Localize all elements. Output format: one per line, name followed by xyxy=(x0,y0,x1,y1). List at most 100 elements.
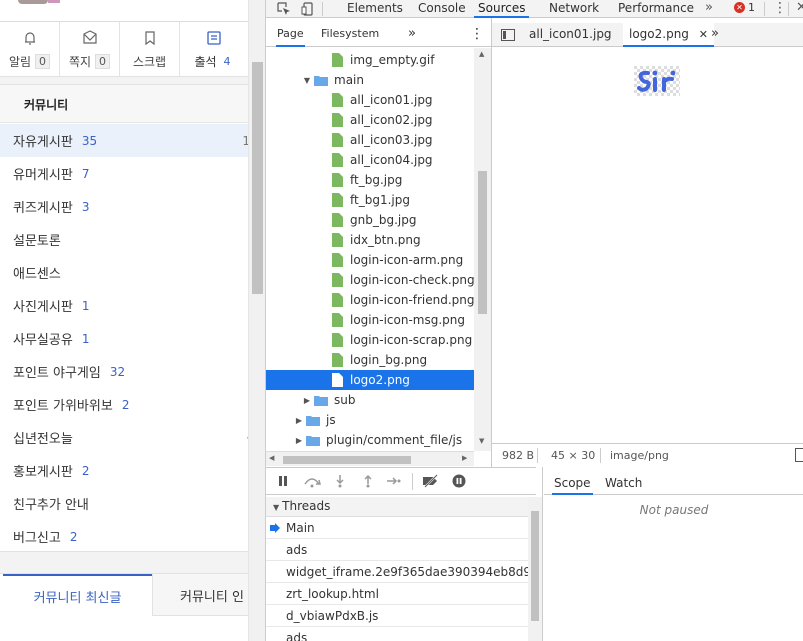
scrollbar-thumb[interactable] xyxy=(283,456,411,464)
tree-folder[interactable]: ▼ main xyxy=(266,70,474,90)
editor-tab-label: logo2.png xyxy=(629,27,689,41)
menu-item-promo-board[interactable]: 홍보게시판 2 xyxy=(0,454,248,487)
toggle-navigator-icon[interactable] xyxy=(501,29,515,41)
scroll-down-icon[interactable]: ▼ xyxy=(479,437,484,445)
editor-more-button[interactable]: » xyxy=(711,23,719,47)
tab-elements[interactable]: Elements xyxy=(347,0,403,18)
tab-watch[interactable]: Watch xyxy=(605,473,642,495)
thread-item[interactable]: zrt_lookup.html xyxy=(266,583,528,605)
tree-horizontal-scrollbar[interactable]: ◀ ▶ xyxy=(266,451,474,466)
tab-community-latest[interactable]: 커뮤니티 최신글 xyxy=(3,574,152,616)
thread-item[interactable]: widget_iframe.2e9f365dae390394eb8d92... xyxy=(266,561,528,583)
page-scrollbar[interactable] xyxy=(248,0,265,641)
step-over-icon[interactable] xyxy=(302,474,322,488)
tree-file[interactable]: ft_bg1.jpg xyxy=(266,190,474,210)
tree-file[interactable]: idx_btn.png xyxy=(266,230,474,250)
error-icon[interactable]: ✕ xyxy=(734,2,745,13)
tree-folder[interactable]: ▶ plugin/comment_file/js xyxy=(266,430,474,450)
menu-item-quiz-board[interactable]: 퀴즈게시판 3 xyxy=(0,190,248,223)
thread-item[interactable]: d_vbiawPdxB.js xyxy=(266,605,528,627)
pause-on-exceptions-icon[interactable] xyxy=(452,474,466,488)
tab-console[interactable]: Console xyxy=(418,0,466,18)
quick-link-attendance[interactable]: 출석 4 xyxy=(180,22,248,76)
devtools-menu-icon[interactable]: ⋮ xyxy=(773,0,787,16)
quick-link-notifications[interactable]: 알림 0 xyxy=(0,22,60,76)
menu-item-photo-board[interactable]: 사진게시판 1 xyxy=(0,289,248,322)
menu-item-ten-years-ago[interactable]: 십년전오늘· xyxy=(0,421,248,454)
menu-item-adsense[interactable]: 애드센스 xyxy=(0,256,248,289)
close-devtools-icon[interactable]: ✕ xyxy=(796,0,803,16)
scrollbar-thumb[interactable] xyxy=(531,511,539,621)
menu-item-bug-report[interactable]: 버그신고 2 xyxy=(0,520,248,553)
tab-filesystem[interactable]: Filesystem xyxy=(321,23,379,47)
menu-item-office-share[interactable]: 사무실공유 1 xyxy=(0,322,248,355)
scroll-up-icon[interactable]: ▲ xyxy=(479,50,484,58)
collapsed-arrow-icon[interactable]: ▶ xyxy=(302,396,312,405)
collapsed-arrow-icon[interactable]: ▶ xyxy=(294,416,304,425)
community-menu: 자유게시판 35 1 유머게시판 7 퀴즈게시판 3 설문토론 애드센스 사진게시판 1 … xyxy=(0,124,248,553)
step-icon[interactable] xyxy=(386,474,402,488)
tree-file[interactable]: all_icon04.jpg xyxy=(266,150,474,170)
menu-item-friend-guide[interactable]: 친구추가 안내 xyxy=(0,487,248,520)
tree-file[interactable]: all_icon03.jpg xyxy=(266,130,474,150)
menu-item-count: 2 xyxy=(69,529,78,544)
divider xyxy=(764,2,765,16)
navigator-more-button[interactable]: » xyxy=(408,23,416,47)
tree-file[interactable]: login-icon-msg.png xyxy=(266,310,474,330)
tree-file[interactable]: login-icon-arm.png xyxy=(266,250,474,270)
scrollbar-thumb[interactable] xyxy=(478,171,487,314)
tab-community-popular[interactable]: 커뮤니티 인 xyxy=(152,574,248,616)
tab-network[interactable]: Network xyxy=(549,0,599,18)
editor-tab-all-icon01[interactable]: all_icon01.jpg xyxy=(529,23,612,47)
menu-item-survey[interactable]: 설문토론 xyxy=(0,223,248,256)
tree-file[interactable]: all_icon02.jpg xyxy=(266,110,474,130)
thread-item[interactable]: ads xyxy=(266,627,528,641)
scroll-right-icon[interactable]: ▶ xyxy=(462,454,467,462)
tree-file[interactable]: img_empty.gif xyxy=(266,50,474,70)
tab-performance[interactable]: Performance xyxy=(618,0,694,18)
tree-file[interactable]: login_bg.png xyxy=(266,350,474,370)
error-count[interactable]: 1 xyxy=(748,1,755,14)
step-into-icon[interactable] xyxy=(334,474,346,488)
threads-scrollbar[interactable] xyxy=(528,497,542,641)
expanded-arrow-icon[interactable]: ▼ xyxy=(302,76,312,85)
close-tab-icon[interactable]: ✕ xyxy=(699,28,708,41)
pause-icon[interactable] xyxy=(277,474,289,488)
tree-file[interactable]: login-icon-friend.png xyxy=(266,290,474,310)
menu-item-humor-board[interactable]: 유머게시판 7 xyxy=(0,157,248,190)
editor-tab-logo2[interactable]: logo2.png ✕ xyxy=(623,23,714,47)
panel-splitter[interactable] xyxy=(542,467,543,641)
tree-file[interactable]: ft_bg.jpg xyxy=(266,170,474,190)
tree-folder[interactable]: ▶ js xyxy=(266,410,474,430)
tree-folder[interactable]: ▶ sub xyxy=(266,390,474,410)
avatar[interactable] xyxy=(18,0,48,4)
inspect-element-icon[interactable] xyxy=(276,1,292,17)
thread-item[interactable]: Main xyxy=(266,517,528,539)
tree-vertical-scrollbar[interactable]: ▲ ▼ xyxy=(474,48,491,451)
tree-file[interactable]: login-icon-check.png xyxy=(266,270,474,290)
collapsed-arrow-icon[interactable]: ▶ xyxy=(294,436,304,445)
copy-icon[interactable] xyxy=(795,448,803,462)
scroll-left-icon[interactable]: ◀ xyxy=(269,454,274,462)
tab-page[interactable]: Page xyxy=(276,23,305,47)
step-out-icon[interactable] xyxy=(362,474,374,488)
menu-item-free-board[interactable]: 자유게시판 35 1 xyxy=(0,124,248,157)
thread-item[interactable]: ads xyxy=(266,539,528,561)
tab-sources[interactable]: Sources xyxy=(474,0,530,18)
navigator-menu-icon[interactable]: ⋮ xyxy=(470,23,484,47)
quick-link-scrap[interactable]: 스크랩 xyxy=(120,22,180,76)
tab-scope[interactable]: Scope xyxy=(552,473,593,495)
device-toolbar-icon[interactable] xyxy=(301,1,315,17)
tree-file[interactable]: logo2.png xyxy=(266,370,474,390)
tree-file[interactable]: gnb_bg.jpg xyxy=(266,210,474,230)
tree-file[interactable]: all_icon01.jpg xyxy=(266,90,474,110)
more-tabs-button[interactable]: » xyxy=(705,0,713,15)
menu-item-baseball-game[interactable]: 포인트 야구게임 32 xyxy=(0,355,248,388)
quick-link-messages[interactable]: 쪽지 0 xyxy=(60,22,120,76)
deactivate-breakpoints-icon[interactable] xyxy=(421,474,441,488)
menu-item-rock-paper-scissors[interactable]: 포인트 가위바위보 2 xyxy=(0,388,248,421)
tree-file[interactable]: login-icon-scrap.png xyxy=(266,330,474,350)
threads-section-header[interactable]: ▼ Threads xyxy=(266,497,528,517)
file-icon xyxy=(332,93,343,107)
scrollbar-thumb[interactable] xyxy=(252,62,263,294)
